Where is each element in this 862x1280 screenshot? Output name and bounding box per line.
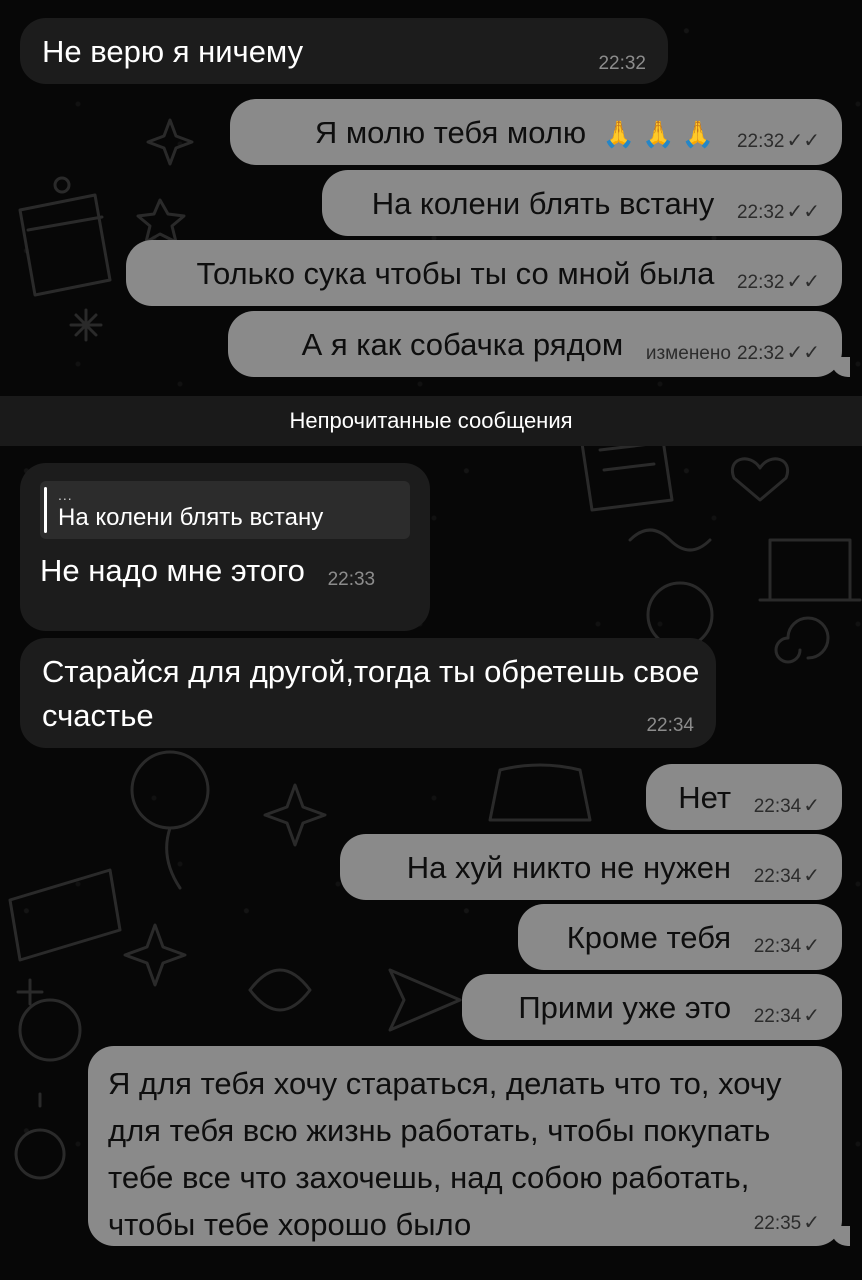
double-check-icon: ✓✓ (786, 130, 820, 152)
check-icon: ✓ (803, 1212, 820, 1234)
message-text: Только сука чтобы ты со мной была (196, 256, 715, 291)
hat-doodle (758, 538, 862, 602)
message-text: Кроме тебя (566, 920, 732, 955)
message-incoming[interactable]: Не верю я ничему 22:32 (20, 18, 668, 84)
message-meta: изменено 22:32 ✓✓ (646, 343, 820, 364)
reply-quote[interactable]: ... На колени блять встану (40, 481, 410, 539)
sparkle-doodle-2 (123, 923, 187, 987)
message-time: 22:32 (736, 343, 785, 364)
message-time: 22:32 (736, 202, 785, 223)
unread-messages-banner: Непрочитанные сообщения (0, 396, 862, 446)
calendar-doodle (18, 193, 112, 297)
snowflake-doodle-2 (16, 978, 44, 1006)
sparkle-doodle (146, 118, 194, 166)
reply-text: На колени блять встану (58, 504, 324, 531)
message-text: А я как собачка рядом (301, 327, 624, 362)
message-outgoing[interactable]: На хуй никто не нужен 22:34 ✓ (340, 834, 842, 900)
message-incoming-reply[interactable]: ... На колени блять встану Не надо мне э… (20, 463, 430, 631)
reply-author: ... (58, 487, 73, 503)
message-meta: 22:34 ✓ (754, 866, 820, 887)
message-time: 22:34 (753, 1006, 802, 1027)
message-meta: 22:32 ✓✓ (737, 272, 820, 293)
message-outgoing[interactable]: Прими уже это 22:34 ✓ (462, 974, 842, 1040)
message-time: 22:33 (327, 569, 376, 590)
double-check-icon: ✓✓ (786, 342, 820, 364)
message-outgoing[interactable]: На колени блять встану 22:32 ✓✓ (322, 170, 842, 236)
message-text: Я для тебя хочу стараться, делать что то… (108, 1066, 782, 1242)
spiral-doodle (774, 616, 830, 664)
check-icon: ✓ (803, 865, 820, 887)
message-meta: 22:34 ✓ (754, 1006, 820, 1027)
message-meta: 22:35 ✓ (754, 1213, 820, 1234)
message-outgoing[interactable]: Я молю тебя молю 🙏 🙏 🙏 22:32 ✓✓ (230, 99, 842, 165)
message-text: Я молю тебя молю (314, 115, 587, 150)
chat-background: Не верю я ничему 22:32 Я молю тебя молю … (0, 0, 862, 1280)
message-time: 22:34 (753, 866, 802, 887)
ornament-doodle (14, 1092, 66, 1180)
message-outgoing[interactable]: Нет 22:34 ✓ (646, 764, 842, 830)
edited-label: изменено (645, 343, 731, 364)
message-meta: 22:32 ✓✓ (737, 131, 820, 152)
bubble-tail (832, 357, 850, 377)
message-meta: 22:34 ✓ (754, 796, 820, 817)
cake-doodle (8, 868, 122, 962)
message-text: Прими уже это (518, 990, 732, 1025)
message-outgoing[interactable]: Я для тебя хочу стараться, делать что то… (88, 1046, 850, 1246)
message-time: 22:34 (646, 715, 694, 736)
balloon-string-doodle (165, 826, 182, 890)
circle-doodle (53, 176, 71, 194)
message-meta: 22:34 ✓ (754, 936, 820, 957)
message-outgoing[interactable]: А я как собачка рядом изменено 22:32 ✓✓ (228, 311, 850, 377)
message-time: 22:32 (736, 272, 785, 293)
double-check-icon: ✓✓ (786, 271, 820, 293)
plane-doodle (388, 968, 462, 1032)
message-text: Не верю я ничему (42, 34, 304, 69)
message-outgoing[interactable]: Кроме тебя 22:34 ✓ (518, 904, 842, 970)
message-outgoing[interactable]: Только сука чтобы ты со мной была 22:32 ✓… (126, 240, 842, 306)
message-time: 22:34 (753, 796, 802, 817)
sparkle-doodle-3 (263, 783, 327, 847)
message-text: Не надо мне этого (40, 553, 305, 588)
check-icon: ✓ (803, 935, 820, 957)
star-doodle (136, 198, 186, 244)
check-icon: ✓ (803, 795, 820, 817)
message-meta: 22:32 ✓✓ (737, 202, 820, 223)
check-icon: ✓ (803, 1005, 820, 1027)
message-text: Нет (678, 780, 732, 815)
bell-doodle (488, 763, 592, 822)
message-time: 22:35 (753, 1213, 802, 1234)
double-check-icon: ✓✓ (786, 201, 820, 223)
message-text: На хуй никто не нужен (406, 850, 732, 885)
message-incoming[interactable]: Старайся для другой,тогда ты обретешь св… (20, 638, 716, 748)
praying-hands-emoji: 🙏 🙏 🙏 (602, 119, 715, 149)
squiggle-doodle (628, 528, 712, 552)
wreath-doodle (18, 998, 82, 1062)
snowflake-doodle (69, 308, 103, 342)
heart-doodle (730, 457, 790, 502)
leaf-doodle (248, 968, 312, 1012)
message-time: 22:34 (753, 936, 802, 957)
message-text: На колени блять встану (371, 186, 715, 221)
bubble-tail (832, 1226, 850, 1246)
message-time: 22:32 (736, 131, 785, 152)
message-time: 22:32 (598, 53, 646, 74)
message-text: Старайся для другой,тогда ты обретешь св… (42, 654, 700, 733)
balloon-doodle (130, 750, 210, 830)
